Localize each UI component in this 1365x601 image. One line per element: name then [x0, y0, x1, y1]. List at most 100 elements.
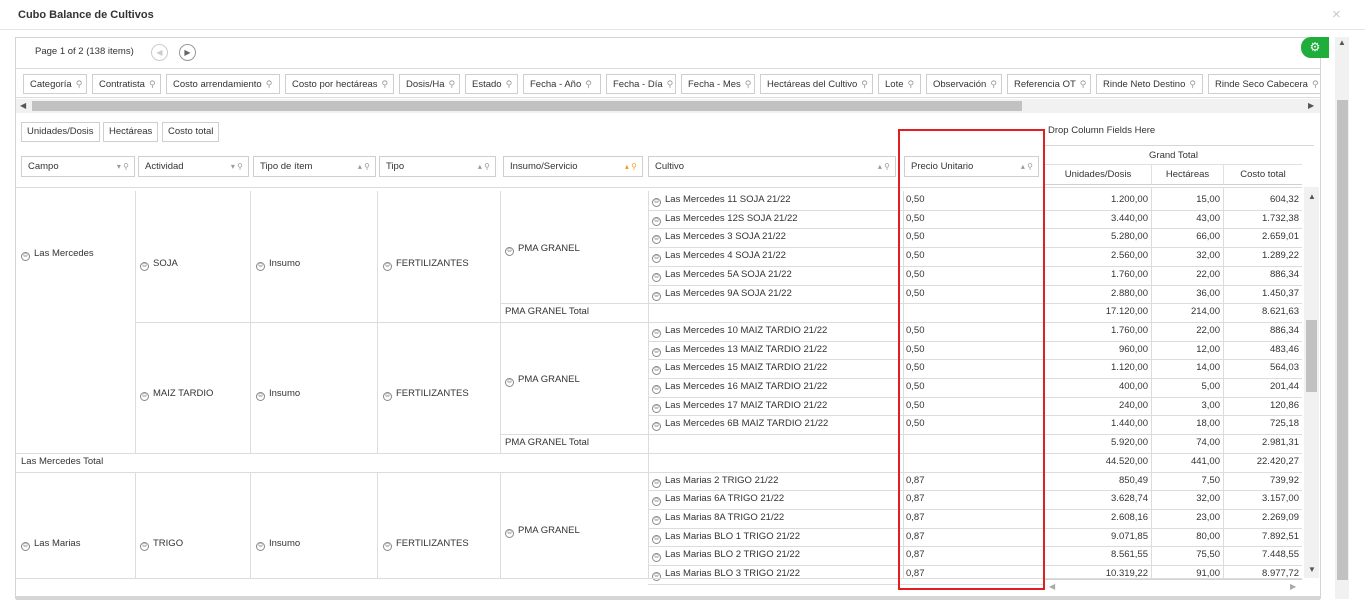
value-header-costo-total[interactable]: Costo total — [1223, 165, 1302, 185]
filter-funnel-icon[interactable]: ⚲ — [76, 79, 83, 89]
collapse-icon[interactable]: ⊖ — [652, 272, 661, 282]
next-page-button[interactable]: ▶ — [179, 44, 196, 61]
filter-field-chip[interactable]: Fecha - Año ⚲ — [523, 74, 601, 94]
sort-filter-icon[interactable]: ▾ ⚲ — [231, 157, 243, 176]
page-scroll-up-icon[interactable]: ▲ — [1338, 38, 1346, 47]
collapse-icon[interactable]: ⊖ — [652, 553, 661, 563]
row-field-header[interactable]: Tipo ▴ ⚲ — [379, 156, 496, 177]
close-icon[interactable]: × — [1332, 6, 1341, 23]
page-vertical-scrollbar-thumb[interactable] — [1337, 100, 1348, 580]
value-header-hectareas[interactable]: Hectáreas — [1151, 165, 1223, 185]
collapse-icon[interactable]: ⊖ — [652, 403, 661, 413]
filter-funnel-icon[interactable]: ⚲ — [667, 79, 674, 89]
data-horizontal-scrollbar[interactable] — [1044, 579, 1302, 594]
value-header-unidades[interactable]: Unidades/Dosis — [1044, 165, 1151, 185]
collapse-icon[interactable]: ⊖ — [256, 261, 265, 271]
filter-field-chip[interactable]: Referencia OT ⚲ — [1007, 74, 1091, 94]
collapse-icon[interactable]: ⊖ — [140, 261, 149, 271]
row-field-header[interactable]: Campo ▾ ⚲ — [21, 156, 135, 177]
sort-filter-icon[interactable]: ▴ ⚲ — [625, 157, 637, 176]
collapse-icon[interactable]: ⊖ — [652, 572, 661, 581]
filter-field-chip[interactable]: Fecha - Mes ⚲ — [681, 74, 755, 94]
scroll-left-icon[interactable]: ◀ — [20, 101, 26, 110]
filter-funnel-icon[interactable]: ⚲ — [149, 79, 156, 89]
sort-filter-icon[interactable]: ▾ ⚲ — [117, 157, 129, 176]
collapse-icon[interactable]: ⊖ — [652, 198, 661, 207]
collapse-icon[interactable]: ⊖ — [652, 216, 661, 226]
collapse-icon[interactable]: ⊖ — [383, 542, 392, 552]
sort-filter-icon[interactable]: ▴ ⚲ — [358, 157, 370, 176]
filter-field-chip[interactable]: Rinde Neto Destino ⚲ — [1096, 74, 1203, 94]
collapse-icon[interactable]: ⊖ — [256, 392, 265, 402]
collapse-icon[interactable]: ⊖ — [256, 542, 265, 552]
filter-funnel-icon[interactable]: ⚲ — [745, 79, 752, 89]
collapse-icon[interactable]: ⊖ — [652, 235, 661, 245]
collapse-icon[interactable]: ⊖ — [21, 542, 30, 552]
collapse-icon[interactable]: ⊖ — [652, 478, 661, 488]
filter-field-chip[interactable]: Costo por hectáreas ⚲ — [285, 74, 394, 94]
filter-funnel-icon[interactable]: ⚲ — [990, 79, 997, 89]
filter-field-chip[interactable]: Dosis/Ha ⚲ — [399, 74, 460, 94]
filter-funnel-icon[interactable]: ⚲ — [266, 79, 273, 89]
filter-field-chip[interactable]: Lote ⚲ — [878, 74, 921, 94]
collapse-icon[interactable]: ⊖ — [652, 385, 661, 394]
data-field-hectareas[interactable]: Hectáreas — [103, 122, 159, 142]
scroll-up-icon[interactable]: ▲ — [1308, 192, 1316, 201]
collapse-icon[interactable]: ⊖ — [652, 534, 661, 544]
collapse-icon[interactable]: ⊖ — [652, 515, 661, 525]
collapse-icon[interactable]: ⊖ — [652, 422, 661, 432]
row-field-header[interactable]: Insumo/Servicio ▴ ⚲ — [503, 156, 643, 177]
filter-field-chip[interactable]: Rinde Seco Cabecera ⚲ — [1208, 74, 1320, 94]
filter-field-chip[interactable]: Estado ⚲ — [465, 74, 518, 94]
data-scroll-right-icon[interactable]: ▶ — [1290, 582, 1296, 591]
collapse-icon[interactable]: ⊖ — [652, 497, 661, 507]
filter-field-chip[interactable]: Categoría ⚲ — [23, 74, 87, 94]
collapse-icon[interactable]: ⊖ — [140, 542, 149, 552]
row-field-header[interactable]: Cultivo ▴ ⚲ — [648, 156, 896, 177]
bottom-scrollbar[interactable] — [16, 596, 1320, 600]
collapse-icon[interactable]: ⊖ — [505, 377, 514, 387]
filter-field-chip[interactable]: Costo arrendamiento ⚲ — [166, 74, 280, 94]
collapse-icon[interactable]: ⊖ — [21, 252, 30, 262]
collapse-icon[interactable]: ⊖ — [383, 392, 392, 402]
filter-funnel-icon[interactable]: ⚲ — [908, 79, 915, 89]
filter-funnel-icon[interactable]: ⚲ — [1189, 79, 1196, 89]
collapse-icon[interactable]: ⊖ — [652, 347, 661, 357]
filter-field-chip[interactable]: Contratista ⚲ — [92, 74, 161, 94]
sort-filter-icon[interactable]: ▴ ⚲ — [478, 157, 490, 176]
collapse-icon[interactable]: ⊖ — [652, 328, 661, 338]
filter-funnel-icon[interactable]: ⚲ — [1080, 79, 1087, 89]
campo-total-label: Las Mercedes Total — [21, 453, 221, 472]
collapse-icon[interactable]: ⊖ — [652, 254, 661, 264]
filter-field-chip[interactable]: Fecha - Día ⚲ — [606, 74, 676, 94]
collapse-icon[interactable]: ⊖ — [505, 528, 514, 538]
data-scroll-left-icon[interactable]: ◀ — [1049, 582, 1055, 591]
hectareas-cell-text: 7,50 — [1201, 474, 1221, 486]
settings-button[interactable]: ⚙ — [1301, 37, 1329, 58]
filter-funnel-icon[interactable]: ⚲ — [506, 79, 513, 89]
scroll-down-icon[interactable]: ▼ — [1308, 565, 1316, 574]
column-drop-zone[interactable]: Drop Column Fields Here — [1048, 125, 1155, 136]
scroll-right-icon[interactable]: ▶ — [1308, 101, 1314, 110]
filter-field-chip[interactable]: Observación ⚲ — [926, 74, 1002, 94]
filter-funnel-icon[interactable]: ⚲ — [449, 79, 456, 89]
data-field-costo-total[interactable]: Costo total — [162, 122, 220, 142]
filter-funnel-icon[interactable]: ⚲ — [382, 79, 389, 89]
collapse-icon[interactable]: ⊖ — [652, 366, 661, 376]
row-field-header[interactable]: Actividad ▾ ⚲ — [138, 156, 249, 177]
filter-funnel-icon[interactable]: ⚲ — [861, 79, 868, 89]
collapse-icon[interactable]: ⊖ — [505, 246, 514, 256]
filter-funnel-icon[interactable]: ⚲ — [1312, 79, 1319, 89]
collapse-icon[interactable]: ⊖ — [140, 392, 149, 402]
tipo-cell-text: FERTILIZANTES — [396, 257, 469, 269]
filter-field-chip[interactable]: Hectáreas del Cultivo ⚲ — [760, 74, 873, 94]
row-field-header[interactable]: Tipo de ítem ▴ ⚲ — [253, 156, 376, 177]
sort-filter-icon[interactable]: ▴ ⚲ — [878, 157, 890, 176]
horizontal-scrollbar-thumb[interactable] — [32, 101, 1022, 111]
collapse-icon[interactable]: ⊖ — [383, 261, 392, 271]
prev-page-button[interactable]: ◀ — [151, 44, 168, 61]
data-field-unidades[interactable]: Unidades/Dosis — [21, 122, 100, 142]
filter-funnel-icon[interactable]: ⚲ — [585, 79, 592, 89]
vertical-scrollbar-thumb[interactable] — [1306, 320, 1317, 392]
collapse-icon[interactable]: ⊖ — [652, 291, 661, 301]
